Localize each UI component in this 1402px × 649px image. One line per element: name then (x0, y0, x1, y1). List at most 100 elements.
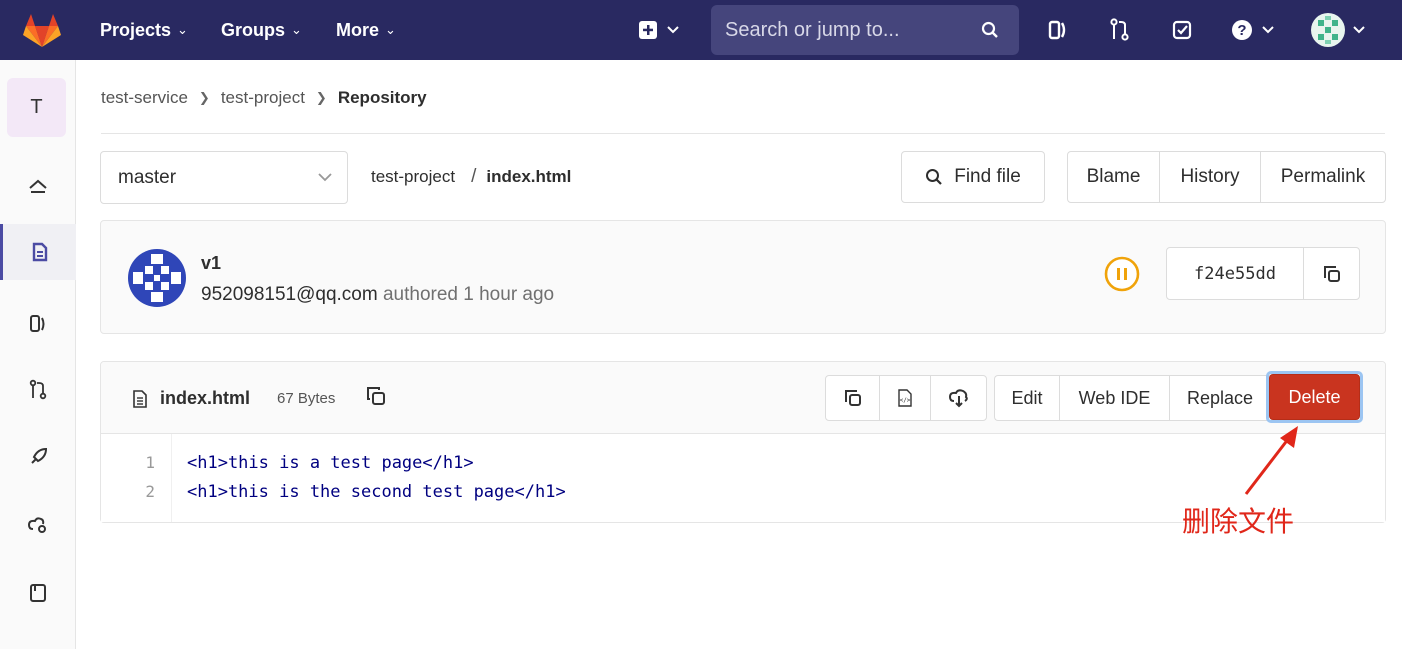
sidebar-item-operations[interactable] (0, 497, 76, 553)
svg-text:</>: </> (900, 397, 911, 404)
find-file-label: Find file (954, 166, 1021, 187)
history-label: History (1180, 166, 1240, 187)
history-button[interactable]: History (1160, 152, 1261, 202)
merge-request-icon (1110, 18, 1129, 41)
commit-author-avatar[interactable] (127, 248, 187, 308)
commit-author[interactable]: 952098151@qq.com (201, 284, 378, 305)
chevron-down-icon (1353, 26, 1365, 34)
gitlab-logo-icon[interactable] (22, 12, 62, 48)
issues-nav-button[interactable] (1048, 0, 1068, 60)
projects-menu-label: Projects (100, 19, 172, 40)
chevron-down-icon: ⌄ (385, 22, 396, 37)
path-root-link[interactable]: test-project (371, 167, 455, 187)
help-dropdown[interactable]: ? (1231, 0, 1275, 60)
line-number[interactable]: 2 (145, 482, 155, 501)
issues-icon (30, 315, 45, 332)
line-number[interactable]: 1 (145, 453, 155, 472)
top-navbar: Projects ⌄ Groups ⌄ More ⌄ Search or jum… (0, 0, 1402, 60)
path-file-name: index.html (486, 167, 572, 186)
file-size: 67 Bytes (277, 390, 336, 407)
sidebar-item-wiki[interactable] (0, 565, 76, 621)
file-view-actions: </> (825, 375, 987, 421)
more-menu-label: More (336, 19, 380, 40)
code-line: <h1>this is a test page</h1> (187, 453, 474, 473)
copy-icon (844, 390, 861, 406)
project-sidebar: T (0, 60, 76, 649)
delete-label: Delete (1288, 386, 1341, 407)
file-actions-group: Blame History Permalink (1067, 151, 1386, 203)
copy-sha-button[interactable] (1304, 248, 1359, 299)
user-menu-dropdown[interactable] (1310, 0, 1366, 60)
file-edit-actions: Edit Web IDE Replace (994, 375, 1270, 421)
permalink-label: Permalink (1280, 166, 1366, 187)
search-icon (926, 169, 943, 185)
download-button[interactable] (931, 376, 986, 420)
svg-text:?: ? (1237, 22, 1246, 39)
chevron-down-icon: ⌄ (291, 22, 302, 37)
rocket-icon (31, 447, 48, 464)
groups-menu[interactable]: Groups ⌄ (221, 0, 302, 60)
web-ide-button[interactable]: Web IDE (1060, 376, 1170, 420)
file-name: index.html (160, 388, 251, 408)
sidebar-item-repository[interactable] (0, 224, 76, 280)
search-icon[interactable] (981, 21, 999, 39)
blame-button[interactable]: Blame (1068, 152, 1160, 202)
todos-nav-button[interactable] (1172, 0, 1192, 60)
copy-file-path-icon[interactable] (365, 385, 387, 407)
chevron-right-icon: ❯ (198, 90, 210, 105)
chevron-down-icon: ⌄ (177, 22, 188, 37)
annotation-arrow-icon (1244, 426, 1298, 495)
cloud-gear-icon (27, 517, 46, 533)
chevron-right-icon: ❯ (315, 90, 327, 105)
breadcrumb: test-service ❯ test-project ❯ Repository (101, 86, 427, 110)
project-avatar[interactable]: T (7, 78, 66, 137)
document-icon (32, 242, 47, 262)
projects-menu[interactable]: Projects ⌄ (100, 0, 188, 60)
divider (101, 133, 1385, 134)
commit-title[interactable]: v1 (201, 253, 221, 274)
merge-request-icon (29, 379, 47, 400)
new-item-dropdown[interactable] (638, 0, 680, 60)
edit-button[interactable]: Edit (995, 376, 1060, 420)
copy-source-button[interactable] (826, 376, 880, 420)
web-ide-label: Web IDE (1078, 387, 1151, 408)
sidebar-item-merge-requests[interactable] (0, 362, 76, 418)
open-raw-button[interactable]: </> (880, 376, 931, 420)
sidebar-item-issues[interactable] (0, 296, 76, 352)
search-box (711, 5, 1019, 55)
more-menu[interactable]: More ⌄ (336, 0, 396, 60)
plus-square-icon (639, 21, 657, 39)
file-holder: index.html 67 Bytes </> Edit Web IDE Rep… (100, 361, 1386, 523)
find-file-button[interactable]: Find file (901, 151, 1045, 203)
breadcrumb-current[interactable]: Repository (338, 88, 427, 108)
breadcrumb-link-project[interactable]: test-project (221, 88, 305, 108)
raw-file-icon: </> (898, 389, 912, 407)
branch-selector[interactable]: master (100, 151, 348, 204)
todo-check-icon (1172, 20, 1192, 40)
merge-requests-nav-button[interactable] (1110, 0, 1130, 60)
file-path: test-project / index.html (371, 166, 571, 188)
permalink-button[interactable]: Permalink (1261, 152, 1385, 202)
replace-button[interactable]: Replace (1170, 376, 1270, 420)
issues-icon (1048, 20, 1066, 40)
book-icon (30, 584, 46, 602)
code-line: <h1>this is the second test page</h1> (187, 482, 566, 502)
delete-button[interactable]: Delete (1269, 374, 1360, 420)
commit-meta: 952098151@qq.com authored 1 hour ago (201, 284, 554, 306)
search-input[interactable] (711, 5, 981, 55)
edit-label: Edit (1011, 387, 1043, 408)
commit-sha-group: f24e55dd (1166, 247, 1360, 300)
pipeline-paused-icon[interactable] (1103, 255, 1141, 293)
chevron-down-icon (1262, 26, 1274, 34)
line-number-gutter: 1 2 (101, 434, 172, 522)
commit-sha[interactable]: f24e55dd (1167, 248, 1304, 299)
last-commit-panel: v1 952098151@qq.com authored 1 hour ago … (100, 220, 1386, 334)
home-icon (29, 179, 47, 193)
chevron-down-icon (667, 26, 679, 34)
copy-icon (1323, 265, 1340, 282)
breadcrumb-link-group[interactable]: test-service (101, 88, 188, 108)
sidebar-item-project-overview[interactable] (0, 160, 76, 216)
sidebar-item-ci-cd[interactable] (0, 429, 76, 485)
path-separator: / (471, 166, 477, 187)
blame-label: Blame (1086, 166, 1141, 187)
